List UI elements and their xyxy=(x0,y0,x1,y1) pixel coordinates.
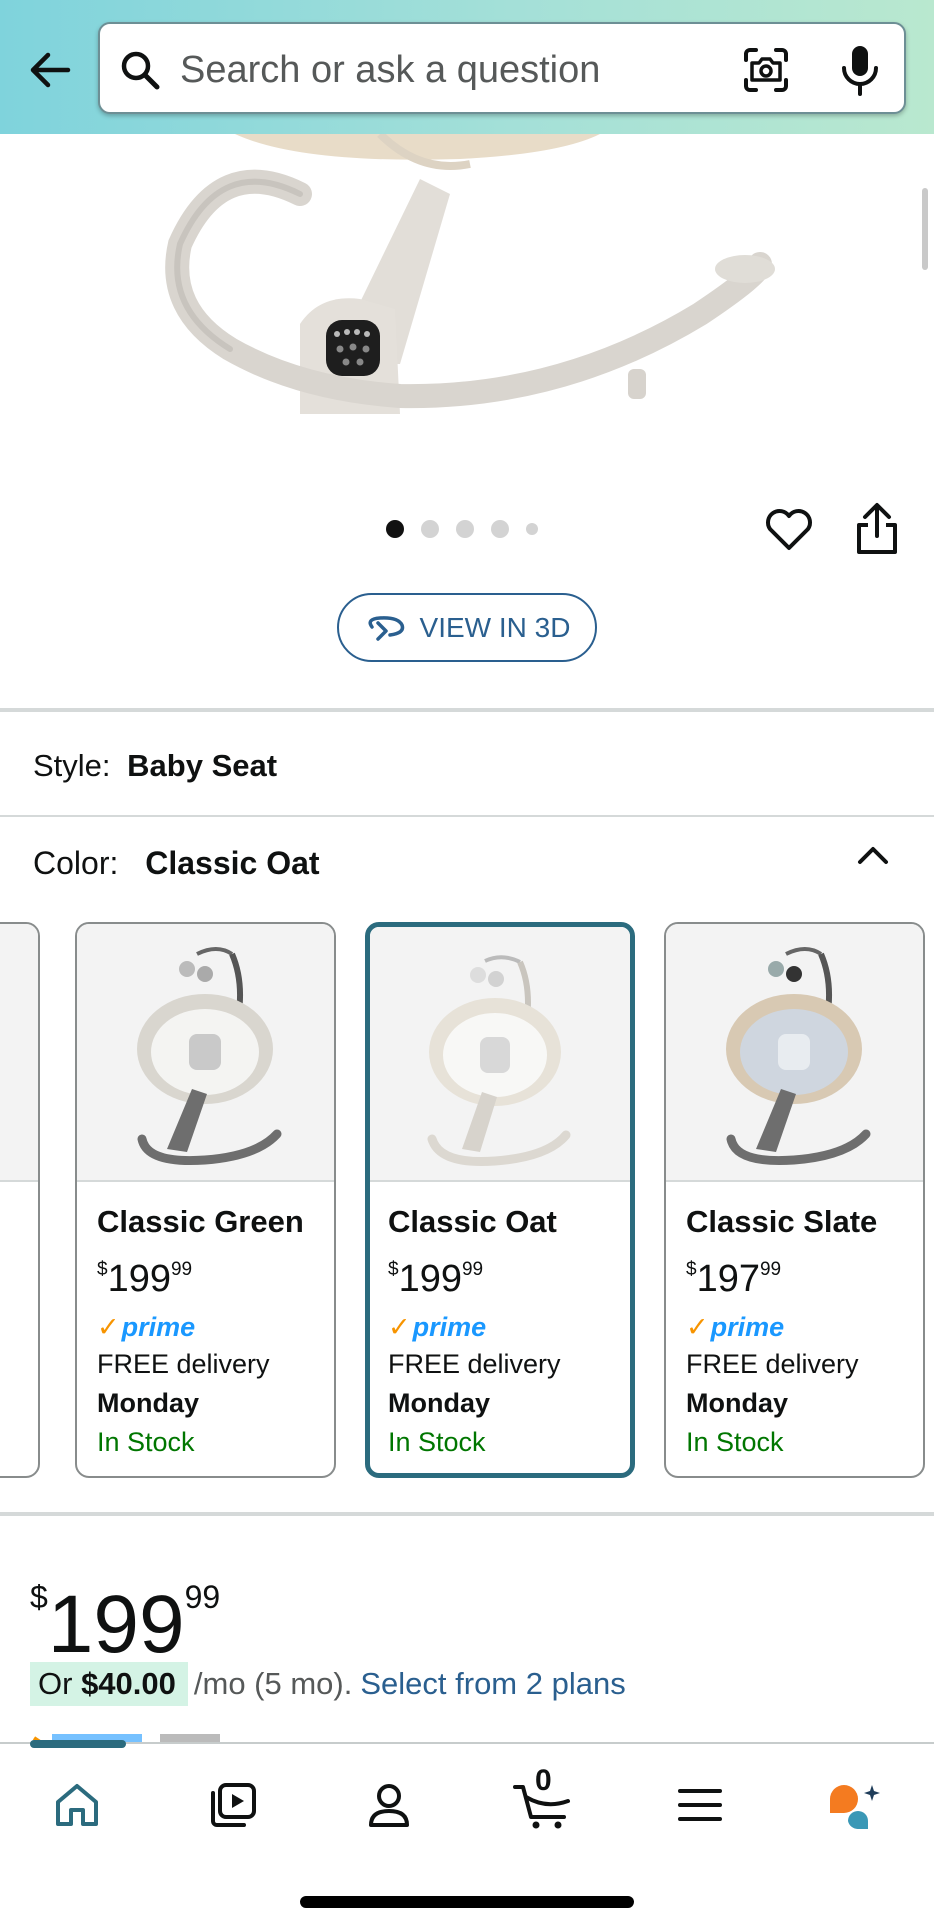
prime-badge: ✓ prime xyxy=(686,1311,785,1342)
swatch-image xyxy=(370,927,630,1182)
stock-status: In Stock xyxy=(97,1427,195,1457)
delivery-text: FREE delivery xyxy=(388,1349,561,1379)
cart-count: 0 xyxy=(535,1764,552,1797)
search-icon xyxy=(121,51,160,90)
stock-status: In Stock xyxy=(388,1427,486,1457)
view-in-3d-label: VIEW IN 3D xyxy=(419,611,571,643)
style-label: Style: xyxy=(33,748,111,783)
account-icon xyxy=(369,1784,409,1827)
installment-amount-chip: Or $40.00 xyxy=(30,1662,188,1706)
prime-badge: ✓ prime xyxy=(388,1311,487,1342)
home-icon xyxy=(56,1784,98,1826)
rufus-icon xyxy=(830,1785,880,1829)
baby-swing-image xyxy=(165,134,775,414)
chevron-up-icon[interactable] xyxy=(854,840,892,870)
stock-status: In Stock xyxy=(686,1427,784,1457)
installment-term: /mo (5 mo). xyxy=(193,1666,353,1701)
color-value: Classic Oat xyxy=(145,845,320,881)
microphone-icon[interactable] xyxy=(834,42,886,98)
prime-badge: ✓ prime xyxy=(97,1311,196,1342)
delivery-day: Monday xyxy=(686,1388,789,1418)
check-icon: ✓ xyxy=(388,1311,411,1342)
swatch-name: Classic Green xyxy=(97,1204,304,1239)
view-in-3d-button[interactable]: VIEW IN 3D xyxy=(337,593,597,662)
pagination-dot[interactable] xyxy=(491,520,509,538)
color-swatch-partial[interactable] xyxy=(0,922,40,1478)
product-price: $19999 xyxy=(30,1579,221,1670)
scrollbar-thumb[interactable] xyxy=(922,188,928,270)
top-header: Search or ask a question xyxy=(0,0,934,134)
style-selector[interactable]: Style: Baby Seat xyxy=(33,748,277,784)
nav-cart[interactable]: 0 xyxy=(508,1764,578,1836)
section-divider xyxy=(0,815,934,817)
bottom-navigation: 0 xyxy=(0,1740,934,1920)
baby-swing-thumbnail xyxy=(726,947,871,1166)
back-button[interactable] xyxy=(22,44,78,96)
menu-icon xyxy=(678,1789,722,1821)
rotate-3d-icon xyxy=(368,615,404,641)
swatch-price: $19799 xyxy=(686,1258,782,1300)
delivery-text: FREE delivery xyxy=(97,1349,270,1379)
nav-home[interactable] xyxy=(42,1774,112,1836)
nav-menu[interactable] xyxy=(665,1774,735,1836)
arrow-left-icon xyxy=(30,52,71,88)
pagination-dot-active[interactable] xyxy=(386,520,404,538)
active-tab-indicator xyxy=(30,1740,126,1748)
color-swatch-classic-green[interactable]: Classic Green $19999 ✓ prime FREE deliver… xyxy=(75,922,336,1478)
check-icon: ✓ xyxy=(686,1311,709,1342)
color-swatch-classic-oat[interactable]: Classic Oat $19999 ✓ prime FREE delivery … xyxy=(365,922,635,1478)
image-pagination xyxy=(386,520,538,538)
nav-account[interactable] xyxy=(354,1774,424,1836)
baby-swing-thumbnail xyxy=(137,947,282,1166)
nav-video[interactable] xyxy=(198,1774,268,1836)
search-input[interactable]: Search or ask a question xyxy=(180,49,600,92)
pagination-dot[interactable] xyxy=(526,523,538,535)
installment-offer: Or $40.00 /mo (5 mo). Select from 2 plan… xyxy=(30,1662,626,1706)
swatch-image xyxy=(666,924,923,1182)
swatch-image xyxy=(0,924,38,1182)
swatch-image xyxy=(77,924,334,1182)
style-value: Baby Seat xyxy=(127,748,278,783)
color-swatch-classic-slate[interactable]: Classic Slate $19799 ✓ prime FREE deliver… xyxy=(664,922,925,1478)
share-icon[interactable] xyxy=(850,500,904,558)
heart-icon[interactable] xyxy=(762,502,816,556)
home-indicator-bar xyxy=(300,1896,634,1908)
delivery-text: FREE delivery xyxy=(686,1349,859,1379)
swatch-name: Classic Oat xyxy=(388,1204,557,1239)
camera-lens-icon[interactable] xyxy=(740,44,792,96)
nav-rufus[interactable] xyxy=(820,1774,890,1836)
delivery-day: Monday xyxy=(97,1388,200,1418)
color-selector-header[interactable]: Color: Classic Oat xyxy=(33,845,320,882)
select-plans-link[interactable]: Select from 2 plans xyxy=(360,1666,625,1702)
swatch-price: $19999 xyxy=(388,1258,484,1300)
swatch-price: $19999 xyxy=(97,1258,193,1300)
search-bar[interactable]: Search or ask a question xyxy=(98,22,906,114)
video-icon xyxy=(211,1783,256,1827)
section-divider xyxy=(0,1512,934,1516)
baby-swing-thumbnail xyxy=(427,955,571,1167)
pagination-dot[interactable] xyxy=(421,520,439,538)
section-divider xyxy=(0,708,934,712)
color-label: Color: xyxy=(33,845,119,881)
delivery-day: Monday xyxy=(388,1388,491,1418)
pagination-dot[interactable] xyxy=(456,520,474,538)
swatch-name: Classic Slate xyxy=(686,1204,878,1239)
product-image[interactable] xyxy=(0,134,934,464)
check-icon: ✓ xyxy=(97,1311,120,1342)
